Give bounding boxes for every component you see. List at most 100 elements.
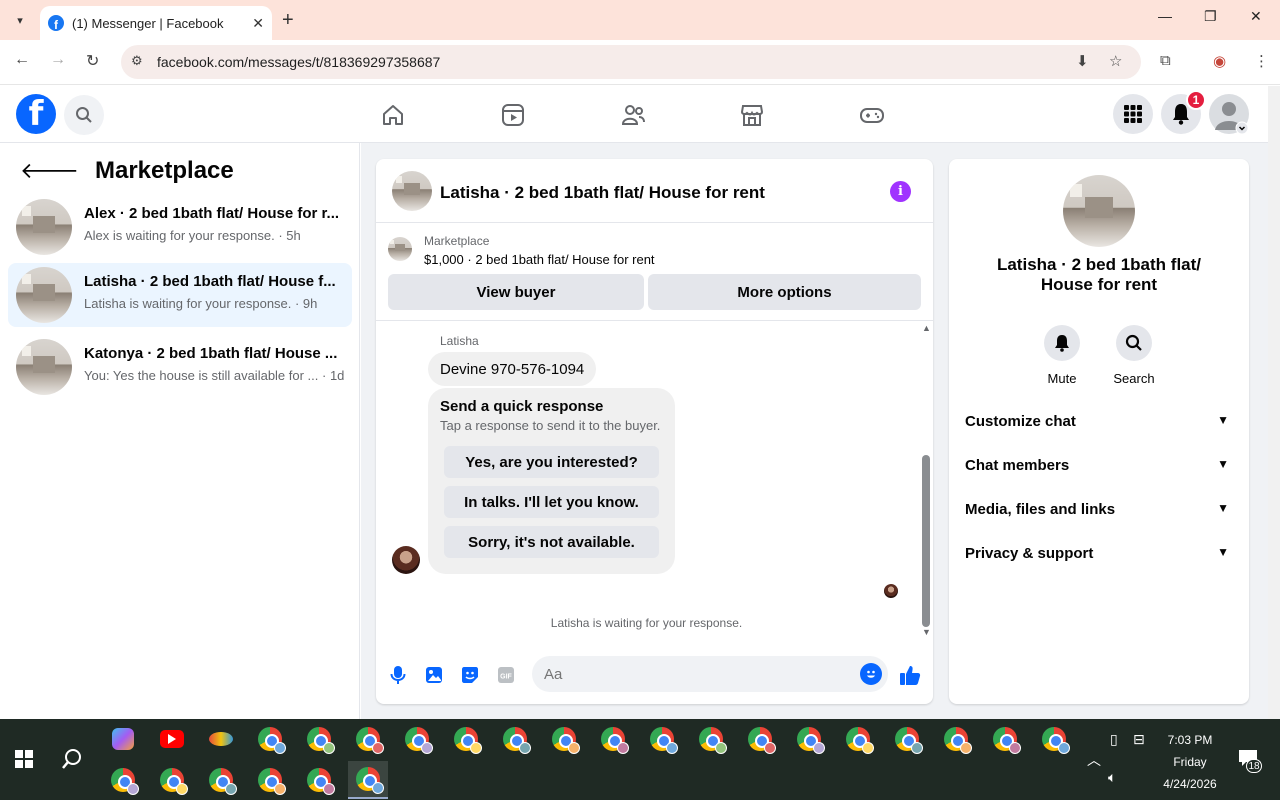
gaming-icon[interactable]	[859, 102, 885, 128]
chrome-window-icon[interactable]	[152, 761, 192, 799]
chrome-window-icon[interactable]	[985, 720, 1025, 758]
customize-chat-section[interactable]: Customize chat ▼	[957, 401, 1241, 441]
install-app-icon[interactable]: ⬇	[1076, 52, 1089, 70]
page-scrollbar[interactable]	[1268, 86, 1280, 719]
chrome-window-icon[interactable]	[544, 720, 584, 758]
message-bubble[interactable]: Devine 970-576-1094	[428, 352, 597, 386]
chrome-window-icon[interactable]	[887, 720, 927, 758]
chrome-window-icon[interactable]	[789, 720, 829, 758]
like-thumb-icon[interactable]	[899, 664, 921, 686]
gif-icon[interactable]: GIF	[495, 664, 517, 686]
section-label: Media, files and links	[965, 500, 1116, 518]
start-button[interactable]	[4, 740, 44, 778]
chrome-window-icon[interactable]	[299, 720, 339, 758]
quick-response-option[interactable]: In talks. I'll let you know.	[444, 486, 659, 518]
search-icon	[62, 749, 81, 769]
url-text[interactable]: facebook.com/messages/t/818369297358687	[157, 54, 440, 70]
tab-list-button[interactable]: ▾	[8, 8, 32, 32]
new-tab-button[interactable]: +	[282, 9, 294, 31]
chrome-window-icon[interactable]	[103, 761, 143, 799]
address-bar[interactable]: ⚙ facebook.com/messages/t/81836929735868…	[121, 45, 1141, 79]
chrome-window-icon[interactable]	[201, 761, 241, 799]
facebook-search-button[interactable]	[64, 95, 104, 135]
chat-members-section[interactable]: Chat members ▼	[957, 445, 1241, 485]
minimize-icon[interactable]: —	[1158, 8, 1172, 24]
chat-scrollbar[interactable]: ▲ ▼	[920, 323, 933, 639]
scroll-down-icon[interactable]: ▼	[922, 627, 931, 637]
quick-response-option[interactable]: Yes, are you interested?	[444, 446, 659, 478]
chrome-window-icon[interactable]	[495, 720, 535, 758]
home-icon[interactable]	[380, 102, 406, 128]
search-chat-button[interactable]: Search	[1104, 325, 1164, 386]
extensions-icon[interactable]: ⧉	[1160, 52, 1171, 69]
more-options-button[interactable]: More options	[648, 274, 921, 310]
forward-icon[interactable]: →	[50, 51, 66, 69]
privacy-support-section[interactable]: Privacy & support ▼	[957, 533, 1241, 573]
video-icon[interactable]	[500, 102, 526, 128]
conversation-item-active[interactable]: Latisha · 2 bed 1bath flat/ House f... L…	[8, 263, 352, 327]
close-tab-icon[interactable]: ✕	[252, 15, 264, 32]
view-buyer-button[interactable]: View buyer	[388, 274, 644, 310]
mute-button[interactable]: Mute	[1032, 325, 1092, 386]
message-input-box[interactable]	[532, 656, 888, 692]
close-window-icon[interactable]: ✕	[1250, 8, 1262, 25]
chrome-window-icon[interactable]	[250, 761, 290, 799]
back-icon[interactable]: ←	[14, 51, 30, 69]
clock-day: Friday	[1173, 755, 1207, 769]
marketplace-icon[interactable]	[739, 102, 765, 128]
account-avatar[interactable]	[1209, 94, 1249, 134]
profile-icon[interactable]: ◉	[1213, 52, 1226, 70]
battery-icon[interactable]: ▯	[1110, 731, 1118, 748]
photo-icon[interactable]	[423, 664, 445, 686]
quick-response-option[interactable]: Sorry, it's not available.	[444, 526, 659, 558]
chrome-window-icon[interactable]	[838, 720, 878, 758]
menu-grid-button[interactable]	[1113, 94, 1153, 134]
listing-title[interactable]: $1,000 · 2 bed 1bath flat/ House for ren…	[424, 252, 655, 267]
chrome-window-icon[interactable]	[642, 720, 682, 758]
youtube-app-icon[interactable]	[152, 720, 192, 758]
conversation-item[interactable]: Alex · 2 bed 1bath flat/ House for r... …	[8, 195, 352, 259]
browser-tab[interactable]: f (1) Messenger | Facebook ✕	[40, 6, 272, 40]
microphone-icon[interactable]	[387, 664, 409, 686]
network-icon[interactable]: ⊟	[1133, 731, 1145, 748]
chrome-window-icon[interactable]	[348, 720, 388, 758]
emoji-icon[interactable]	[860, 663, 882, 685]
sender-avatar[interactable]	[392, 546, 420, 574]
volume-icon[interactable]: 🔈︎	[1108, 769, 1116, 786]
chat-title[interactable]: Latisha · 2 bed 1bath flat/ House for re…	[440, 183, 765, 203]
taskbar-search-button[interactable]	[52, 740, 92, 778]
chat-thumbnail[interactable]	[392, 171, 432, 211]
chrome-window-icon[interactable]	[691, 720, 731, 758]
copilot-app-icon[interactable]	[103, 720, 143, 758]
sticker-icon[interactable]	[459, 664, 481, 686]
chrome-window-icon[interactable]	[397, 720, 437, 758]
chrome-window-icon[interactable]	[348, 761, 388, 799]
system-clock[interactable]: 7:03 PM Friday 4/24/2026	[1152, 729, 1228, 795]
chrome-window-icon[interactable]	[1034, 720, 1074, 758]
bookmark-star-icon[interactable]: ☆	[1109, 52, 1122, 70]
info-panel-title: Latisha · 2 bed 1bath flat/ House for re…	[996, 255, 1202, 294]
site-info-icon[interactable]: ⚙	[131, 53, 143, 69]
conversation-item[interactable]: Katonya · 2 bed 1bath flat/ House ... Yo…	[8, 335, 352, 399]
facebook-logo-icon[interactable]: f	[16, 94, 56, 134]
chrome-window-icon[interactable]	[593, 720, 633, 758]
browser-menu-icon[interactable]: ⋮	[1254, 52, 1269, 70]
scroll-up-icon[interactable]: ▲	[922, 323, 931, 333]
chrome-window-icon[interactable]	[936, 720, 976, 758]
back-arrow-icon[interactable]: 🡐	[20, 158, 79, 184]
media-files-section[interactable]: Media, files and links ▼	[957, 489, 1241, 529]
chrome-window-icon[interactable]	[446, 720, 486, 758]
show-hidden-icons[interactable]: ︿	[1087, 750, 1101, 770]
friends-icon[interactable]	[620, 102, 646, 128]
user-avatar-icon	[1215, 102, 1249, 134]
info-icon[interactable]: i	[890, 181, 911, 202]
paint-app-icon[interactable]	[201, 720, 241, 758]
message-input[interactable]	[544, 656, 844, 692]
chrome-window-icon[interactable]	[740, 720, 780, 758]
chrome-window-icon[interactable]	[250, 720, 290, 758]
chrome-window-icon[interactable]	[299, 761, 339, 799]
scroll-thumb[interactable]	[922, 455, 930, 627]
browser-toolbar: ← → ↻ ⚙ facebook.com/messages/t/81836929…	[0, 40, 1280, 85]
restore-icon[interactable]: ❐	[1204, 8, 1217, 25]
reload-icon[interactable]: ↻	[86, 51, 99, 71]
